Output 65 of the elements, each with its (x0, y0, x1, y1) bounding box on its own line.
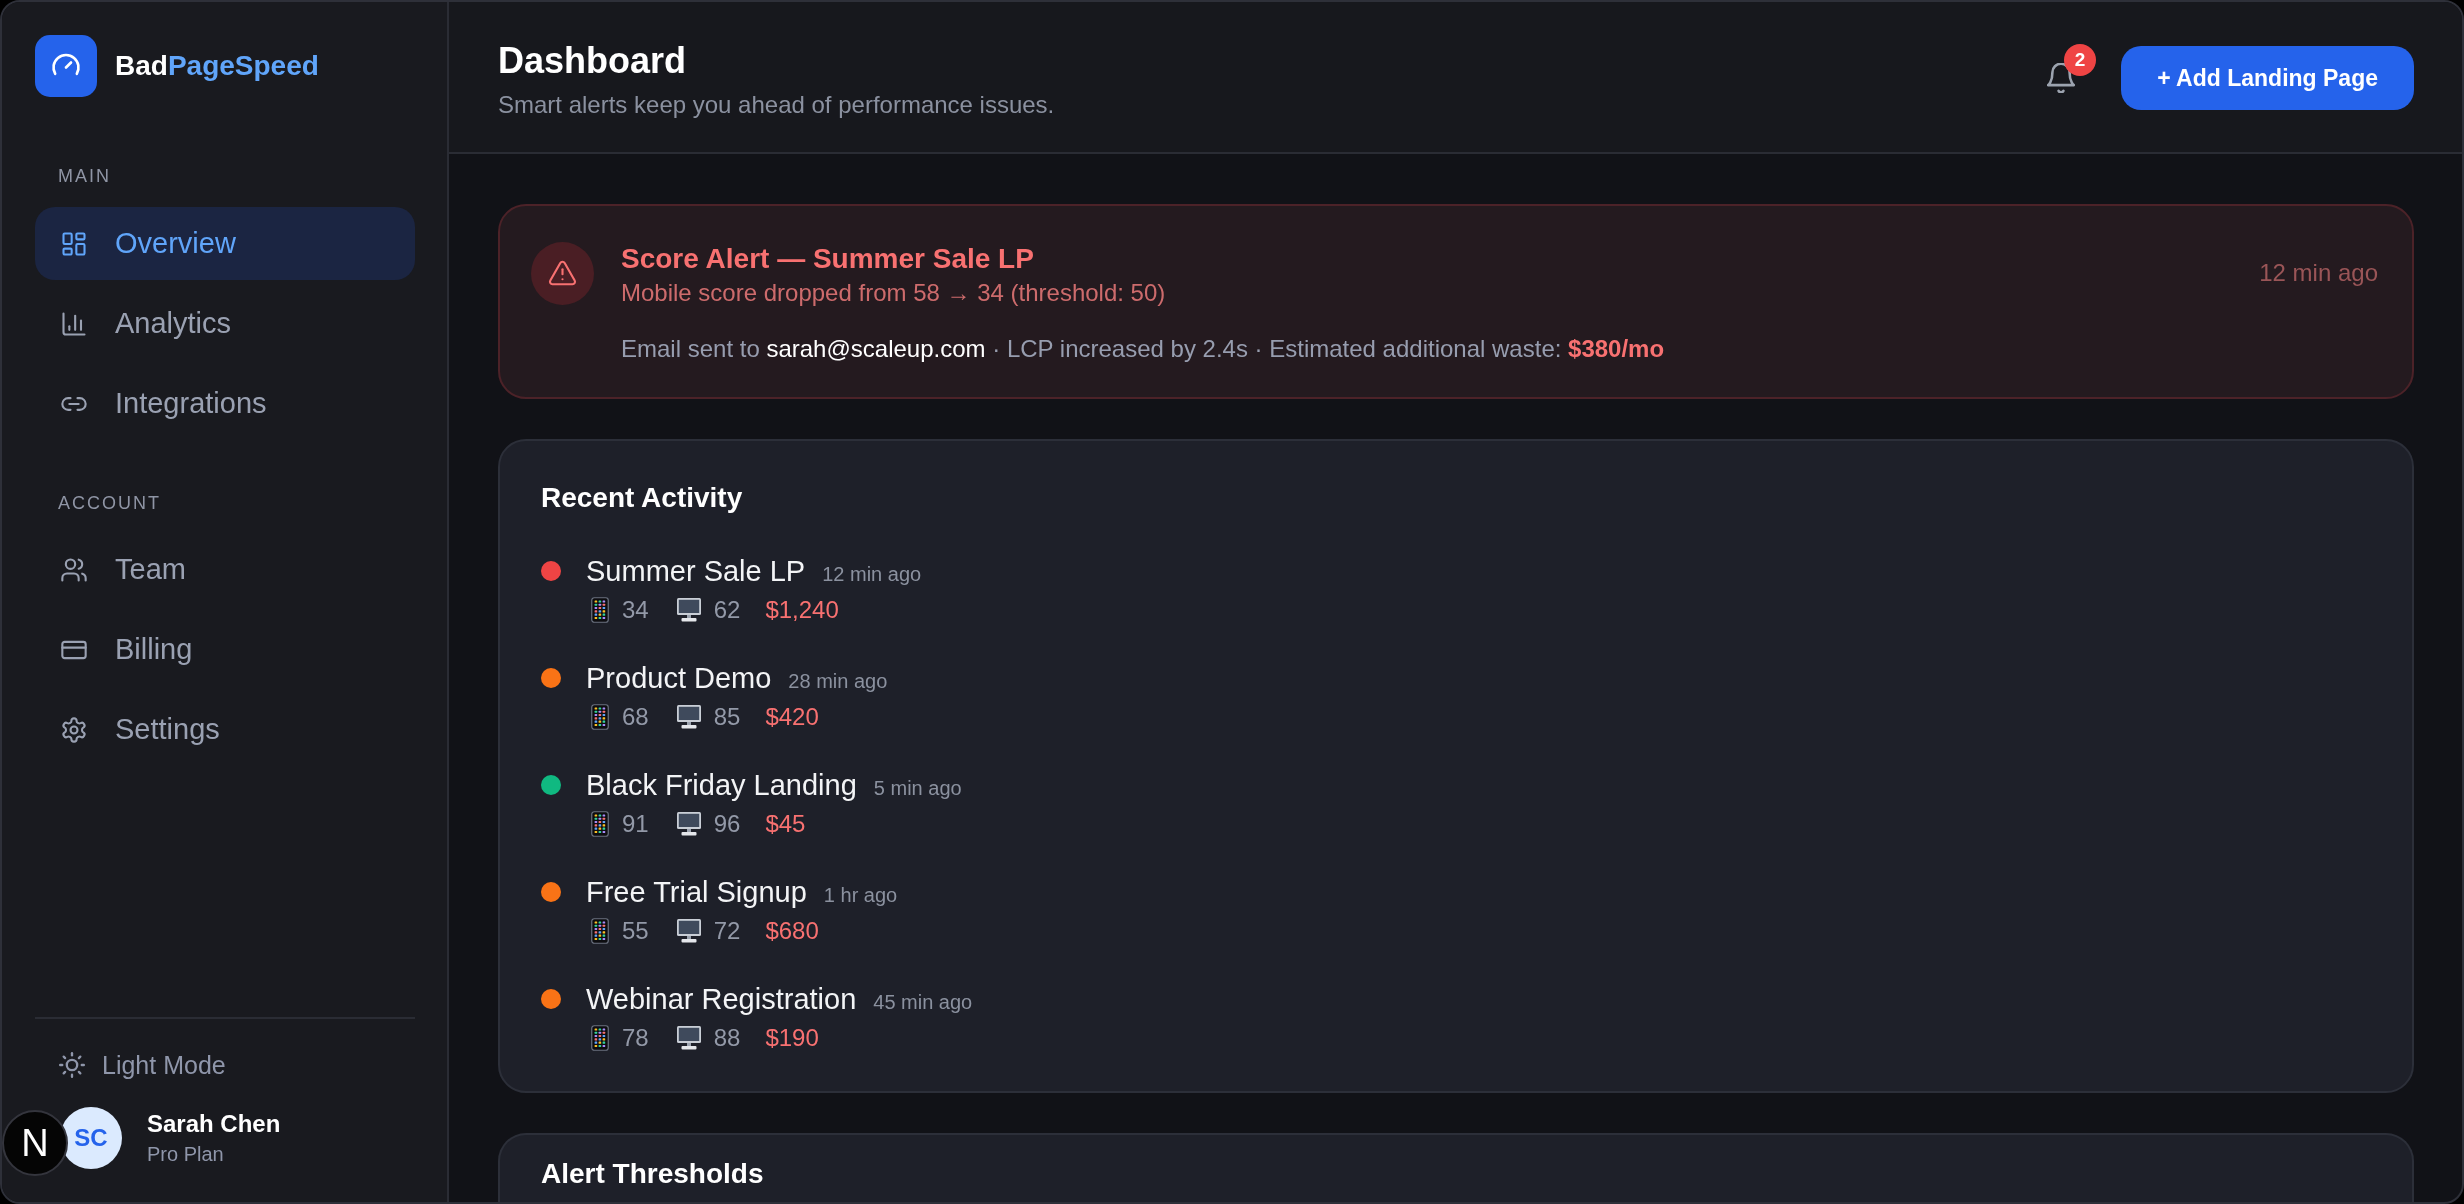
bell-icon[interactable] (2047, 63, 2076, 93)
user-name: Sarah Chen (147, 1109, 281, 1139)
sun-icon (59, 1052, 85, 1078)
page-subtitle: Smart alerts keep you ahead of performance issues. (498, 90, 1055, 120)
card-title: Recent Activity (541, 481, 744, 515)
activity-time: 1 hr ago (823, 884, 898, 907)
phone-icon (591, 704, 609, 730)
section-label: MAIN (58, 165, 111, 188)
user-plan: Pro Plan (147, 1142, 225, 1167)
section-label: ACCOUNT (58, 492, 161, 515)
alert-summary: Mobile score dropped from 58 → 34 (threshold: 50) (621, 278, 1167, 308)
mobile-score: 55 (622, 916, 649, 946)
desktop-monitor-icon (675, 1025, 702, 1051)
nav-item[interactable]: Billing (35, 613, 415, 686)
mobile-score: 34 (622, 595, 649, 625)
desktop-score: 88 (713, 1023, 741, 1053)
phone-icon (591, 811, 609, 837)
speedometer-logo-icon[interactable] (35, 35, 97, 97)
mobile-score: 91 (622, 809, 649, 839)
card-title: Alert Thresholds (541, 1157, 765, 1191)
alert-time: 12 min ago (2259, 258, 2378, 288)
nav-item[interactable]: Overview (35, 207, 415, 280)
desktop-score: 96 (713, 809, 741, 839)
bar-chart-icon (60, 309, 88, 338)
page-name[interactable]: Summer Sale LP (586, 554, 806, 588)
desktop-monitor-icon (675, 918, 702, 944)
activity-time: 45 min ago (873, 991, 973, 1014)
warning-icon (531, 242, 594, 305)
phone-icon (591, 1025, 609, 1051)
page-name[interactable]: Product Demo (586, 661, 772, 695)
light-mode-toggle[interactable]: Light Mode (35, 1050, 226, 1080)
settings-icon (60, 715, 88, 744)
waste-amount: $190 (765, 1023, 819, 1053)
activity-time: 12 min ago (822, 563, 922, 586)
brand-name: BadPageSpeed (115, 49, 319, 83)
alert-detail-text: Email sent to sarah@scaleup.com · LCP increased by 2.4s · Estimated additional waste: $380/mo (621, 334, 1666, 364)
alert-title: Score Alert — Summer Sale LP (621, 242, 1035, 276)
page-name[interactable]: Webinar Registration (586, 982, 857, 1016)
mobile-score: 78 (622, 1023, 649, 1053)
page-title: Dashboard (498, 39, 688, 83)
desktop-score: 85 (713, 702, 741, 732)
nav-item[interactable]: Analytics (35, 287, 415, 360)
waste-amount: $45 (765, 809, 806, 839)
desktop-score: 72 (713, 916, 741, 946)
waste-amount: $1,240 (765, 595, 839, 625)
phone-icon (591, 597, 609, 623)
users-icon (60, 555, 88, 584)
page-name[interactable]: Black Friday Landing (586, 768, 857, 802)
desktop-monitor-icon (675, 811, 702, 837)
nav-item[interactable]: Settings (35, 693, 415, 766)
add-landing-page-button[interactable]: + Add Landing Page (2121, 46, 2414, 110)
mobile-score: 68 (622, 702, 649, 732)
waste-amount: $680 (765, 916, 819, 946)
waste-amount: $420 (765, 702, 819, 732)
phone-icon (591, 918, 609, 944)
nav-item[interactable]: Team (35, 533, 415, 606)
dashboard-grid-icon (60, 229, 88, 258)
desktop-monitor-icon (675, 597, 702, 623)
notification-badge: 2 (2064, 44, 2097, 76)
page-name[interactable]: Free Trial Signup (586, 875, 807, 909)
desktop-score: 62 (713, 595, 741, 625)
activity-time: 5 min ago (873, 777, 962, 800)
desktop-monitor-icon (675, 704, 702, 730)
activity-time: 28 min ago (788, 670, 888, 693)
nav-item[interactable]: Integrations (35, 367, 415, 440)
